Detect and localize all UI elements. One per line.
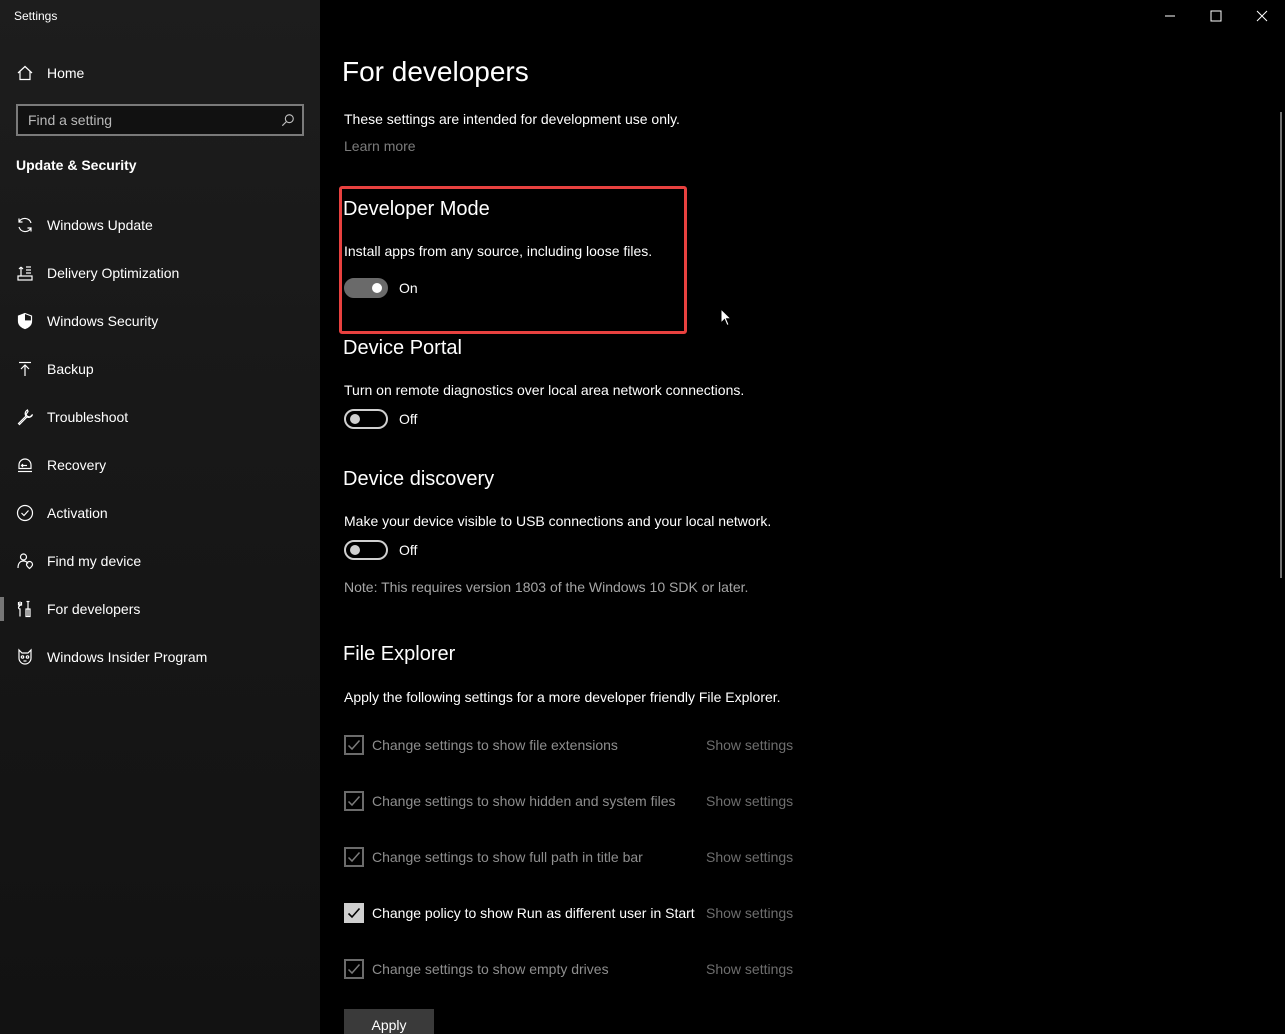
sidebar-item-label: Recovery [47,457,107,473]
file-explorer-description: Apply the following settings for a more … [344,689,781,705]
show-settings-link[interactable]: Show settings [706,961,793,977]
sidebar-item-label: Find my device [47,553,142,569]
scrollbar[interactable] [1280,112,1282,578]
option-label: Change settings to show full path in tit… [372,849,643,865]
search-input[interactable] [18,106,274,134]
sidebar: Settings Home Update & Security Windows … [0,0,320,1034]
checkmark-icon [347,907,361,919]
search-icon[interactable] [274,106,302,134]
main-content: For developers These settings are intend… [320,0,1285,1034]
full-path-checkbox[interactable] [344,847,364,867]
checkmark-icon [347,852,361,863]
check-circle-icon [16,504,34,522]
section-header: Update & Security [16,157,137,173]
sidebar-item-label: Troubleshoot [47,409,129,425]
file-extensions-checkbox[interactable] [344,735,364,755]
sidebar-item-label: Activation [47,505,108,521]
device-portal-heading: Device Portal [343,337,462,359]
shield-icon [16,312,34,330]
refresh-icon [16,216,34,234]
device-portal-description: Turn on remote diagnostics over local ar… [344,382,745,398]
home-icon [16,64,34,82]
sidebar-item-find-my-device[interactable]: Find my device [0,541,320,581]
wrench-icon [16,408,34,426]
option-row-file-extensions: Change settings to show file extensions … [344,735,804,755]
search-box[interactable] [16,104,304,136]
checkmark-icon [347,740,361,751]
minimize-button[interactable] [1147,0,1193,32]
maximize-button[interactable] [1193,0,1239,32]
sidebar-item-backup[interactable]: Backup [0,349,320,389]
maximize-icon [1210,10,1222,22]
developer-mode-toggle[interactable] [344,278,388,298]
sidebar-item-label: Backup [47,361,94,377]
page-title: For developers [342,56,529,87]
nav-home[interactable]: Home [0,57,320,89]
sidebar-item-label: Windows Update [47,217,153,233]
close-button[interactable] [1239,0,1285,32]
device-portal-toggle-row: Off [344,409,417,429]
checkmark-icon [347,964,361,975]
file-explorer-heading: File Explorer [343,643,456,665]
option-label: Change policy to show Run as different u… [372,905,695,921]
option-row-hidden-files: Change settings to show hidden and syste… [344,791,804,811]
app-title: Settings [14,9,58,23]
show-settings-link[interactable]: Show settings [706,737,793,753]
sidebar-item-label: For developers [47,601,141,617]
checkmark-icon [347,796,361,807]
device-discovery-toggle-row: Off [344,540,417,560]
option-label: Change settings to show empty drives [372,961,609,977]
sidebar-item-windows-insider-program[interactable]: Windows Insider Program [0,637,320,677]
sidebar-item-activation[interactable]: Activation [0,493,320,533]
device-portal-state: Off [399,411,418,427]
sidebar-item-windows-update[interactable]: Windows Update [0,205,320,245]
device-discovery-description: Make your device visible to USB connecti… [344,513,772,529]
backup-arrow-icon [16,360,34,378]
run-as-different-user-checkbox[interactable] [344,903,364,923]
mouse-cursor-icon [720,308,732,327]
device-discovery-state: Off [399,542,418,558]
sidebar-item-label: Delivery Optimization [47,265,180,281]
hidden-files-checkbox[interactable] [344,791,364,811]
recovery-icon [16,456,34,474]
sidebar-item-delivery-optimization[interactable]: Delivery Optimization [0,253,320,293]
device-discovery-toggle[interactable] [344,540,388,560]
delivery-optimization-icon [16,264,34,282]
sidebar-item-for-developers[interactable]: For developers [0,589,320,629]
person-pin-icon [16,552,34,570]
developer-mode-toggle-row: On [344,278,418,298]
minimize-icon [1165,15,1175,17]
apply-button[interactable]: Apply [344,1009,434,1034]
show-settings-link[interactable]: Show settings [706,793,793,809]
developer-tools-icon [16,600,34,618]
device-discovery-heading: Device discovery [343,468,495,490]
show-settings-link[interactable]: Show settings [706,849,793,865]
show-settings-link[interactable]: Show settings [706,905,793,921]
insider-cat-icon [16,648,34,666]
sidebar-item-troubleshoot[interactable]: Troubleshoot [0,397,320,437]
option-row-empty-drives: Change settings to show empty drives Sho… [344,959,804,979]
option-label: Change settings to show file extensions [372,737,618,753]
developer-mode-description: Install apps from any source, including … [344,243,653,259]
nav-home-label: Home [47,65,85,81]
sidebar-item-recovery[interactable]: Recovery [0,445,320,485]
sidebar-item-windows-security[interactable]: Windows Security [0,301,320,341]
developer-mode-heading: Developer Mode [343,198,490,220]
device-portal-toggle[interactable] [344,409,388,429]
intro-text: These settings are intended for developm… [344,111,680,127]
toggle-knob [350,414,360,424]
option-row-run-as-different-user: Change policy to show Run as different u… [344,903,804,923]
empty-drives-checkbox[interactable] [344,959,364,979]
option-label: Change settings to show hidden and syste… [372,793,676,809]
toggle-knob [350,545,360,555]
toggle-knob [372,283,382,293]
sidebar-item-label: Windows Insider Program [47,649,208,665]
learn-more-link[interactable]: Learn more [344,138,416,154]
option-row-full-path: Change settings to show full path in tit… [344,847,804,867]
sidebar-item-label: Windows Security [47,313,159,329]
close-icon [1256,10,1268,22]
device-discovery-note: Note: This requires version 1803 of the … [344,579,749,595]
developer-mode-state: On [399,280,418,296]
